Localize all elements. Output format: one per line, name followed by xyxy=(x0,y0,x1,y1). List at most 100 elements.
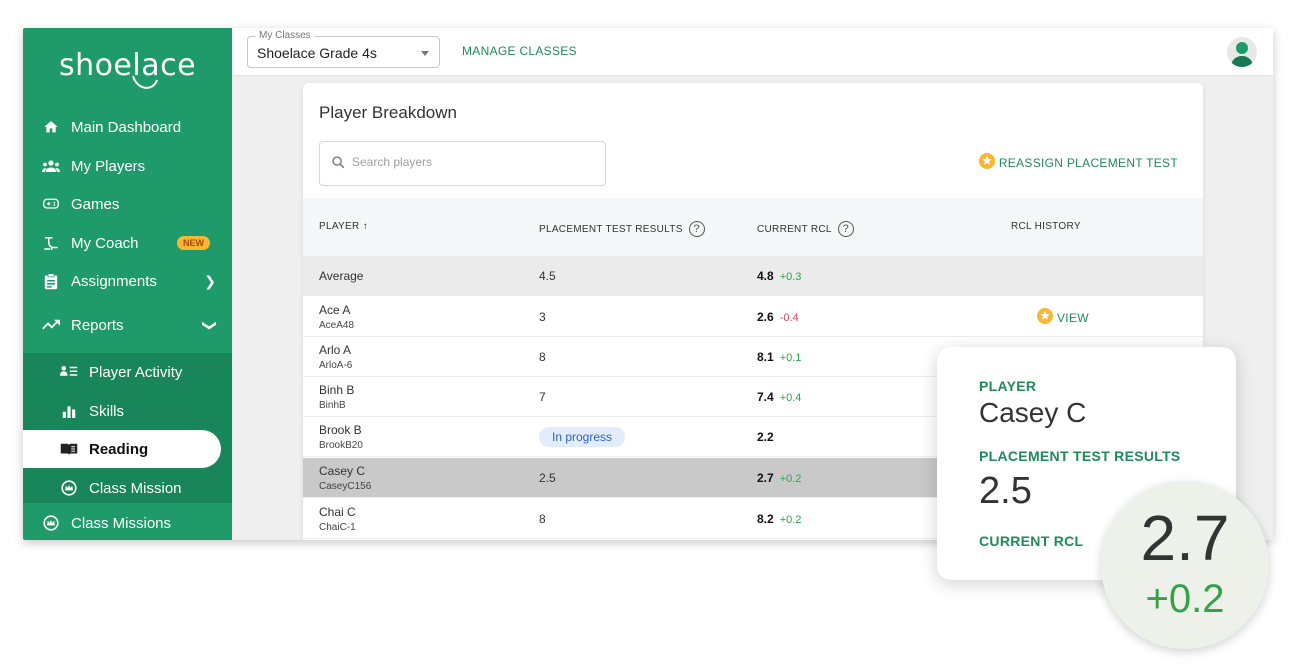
manage-classes-button[interactable]: MANAGE CLASSES xyxy=(462,44,577,58)
column-header-label: RCL HISTORY xyxy=(1011,221,1081,232)
group-icon xyxy=(41,159,61,173)
rcl-cell: 2.6 -0.4 xyxy=(757,310,799,324)
average-rcl: 4.8 +0.3 xyxy=(757,269,801,283)
rcl-delta: +0.4 xyxy=(779,392,802,404)
class-select[interactable]: My Classes Shoelace Grade 4s xyxy=(247,30,440,68)
sidebar-item-label: My Coach xyxy=(71,234,139,252)
chevron-down-icon: ❯ xyxy=(202,319,219,331)
reassign-label: REASSIGN PLACEMENT TEST xyxy=(998,155,1178,170)
player-id: BinhB xyxy=(319,400,346,411)
sidebar-item-label: My Players xyxy=(71,157,146,175)
sidebar-item-class-mission[interactable]: Class Mission xyxy=(23,469,232,507)
sidebar-item-label: Class Missions xyxy=(71,514,172,532)
sidebar: shoelace Main Dashboard My Players Games… xyxy=(23,28,232,540)
placement-value: 2.5 xyxy=(539,471,556,485)
help-icon[interactable]: ? xyxy=(837,221,854,237)
table-row[interactable]: Ace A AceA48 3 2.6 -0.4 VIEW xyxy=(303,297,1203,337)
sidebar-item-label: Skills xyxy=(89,402,125,420)
rcl-cell: 8.1 +0.1 xyxy=(757,350,801,364)
sidebar-item-label: Reading xyxy=(89,440,149,458)
sidebar-item-games[interactable]: Games xyxy=(23,185,232,223)
rcl-cell: 8.2 +0.2 xyxy=(757,512,801,526)
sidebar-item-label: Player Activity xyxy=(89,363,183,381)
star-icon xyxy=(978,153,995,172)
sidebar-item-label: Assignments xyxy=(71,272,157,290)
search-input[interactable] xyxy=(352,155,592,169)
player-id: ArloA-6 xyxy=(319,360,353,371)
popup-player-name: Casey C xyxy=(979,397,1087,428)
rcl-delta: +0.3 xyxy=(779,271,802,283)
placement-value: 8 xyxy=(539,350,546,364)
table-header: PLAYER ↑ PLACEMENT TEST RESULTS? CURRENT… xyxy=(303,198,1203,256)
average-label: Average xyxy=(319,269,364,283)
average-placement: 4.5 xyxy=(539,269,556,283)
rcl-delta: +0.2 xyxy=(779,514,802,526)
card-title: Player Breakdown xyxy=(319,103,457,122)
player-name: Brook B xyxy=(319,423,362,437)
sidebar-item-reports[interactable]: Reports ❯ xyxy=(23,306,232,344)
star-icon xyxy=(1037,308,1053,327)
sidebar-item-player-activity[interactable]: Player Activity xyxy=(23,353,232,391)
bar-chart-icon xyxy=(59,404,79,418)
rcl-delta: -0.4 xyxy=(779,312,799,324)
reassign-placement-test-button[interactable]: REASSIGN PLACEMENT TEST xyxy=(978,153,1178,172)
sidebar-item-reading[interactable]: Reading xyxy=(23,430,221,468)
list-person-icon xyxy=(59,365,79,379)
player-id: ChaiC-1 xyxy=(319,522,356,533)
column-header-label: PLACEMENT TEST RESULTS xyxy=(539,223,683,235)
player-id: AceA48 xyxy=(319,320,355,331)
popup-player-label: PLAYER xyxy=(979,378,1037,394)
sidebar-item-class-missions[interactable]: Class Missions xyxy=(23,504,232,540)
sidebar-item-label: Class Mission xyxy=(89,479,182,497)
search-icon xyxy=(332,156,345,174)
popup-rcl-label: CURRENT RCL xyxy=(979,533,1084,549)
sidebar-item-main-dashboard[interactable]: Main Dashboard xyxy=(23,108,232,146)
logo-loop-icon xyxy=(132,75,158,89)
placement-value: 8 xyxy=(539,512,546,526)
player-id: CaseyC156 xyxy=(319,481,372,492)
column-header-label: CURRENT RCL xyxy=(757,223,832,235)
player-name: Chai C xyxy=(319,505,356,519)
rcl-value: 2.2 xyxy=(757,430,774,444)
average-row: Average 4.5 4.8 +0.3 xyxy=(303,256,1203,296)
search-field[interactable] xyxy=(319,141,606,186)
rcl-cell: 2.2 xyxy=(757,430,774,444)
rcl-value: 2.7 xyxy=(757,471,774,485)
popup-placement-value: 2.5 xyxy=(979,470,1032,512)
bubble-rcl-delta: +0.2 xyxy=(1145,577,1225,621)
rcl-cell: 2.7 +0.2 xyxy=(757,471,801,485)
view-history-button[interactable]: VIEW xyxy=(1037,308,1089,327)
rcl-cell: 7.4 +0.4 xyxy=(757,390,801,404)
clipboard-icon xyxy=(41,272,61,290)
coach-icon xyxy=(41,235,61,251)
crown-icon xyxy=(59,480,79,496)
sidebar-item-label: Reports xyxy=(71,316,124,334)
class-select-label: My Classes xyxy=(256,30,314,41)
rcl-delta: +0.2 xyxy=(779,473,802,485)
help-icon[interactable]: ? xyxy=(688,221,705,237)
new-badge: NEW xyxy=(177,236,210,250)
avatar[interactable] xyxy=(1227,37,1257,67)
column-header-label: PLAYER ↑ xyxy=(319,221,368,232)
caret-down-icon xyxy=(421,51,429,56)
view-label: VIEW xyxy=(1057,310,1089,325)
class-select-value: Shoelace Grade 4s xyxy=(257,45,377,61)
column-header-player[interactable]: PLAYER ↑ xyxy=(319,221,368,232)
reports-submenu: Player Activity Skills Reading Class Mis… xyxy=(23,353,232,503)
placement-value: 3 xyxy=(539,310,546,324)
gamepad-icon xyxy=(41,197,61,211)
top-bar: My Classes Shoelace Grade 4s MANAGE CLAS… xyxy=(232,28,1273,76)
rcl-value: 8.1 xyxy=(757,350,774,364)
trending-icon xyxy=(41,319,61,331)
sidebar-item-my-players[interactable]: My Players xyxy=(23,147,232,185)
rcl-value: 7.4 xyxy=(757,390,774,404)
sidebar-item-assignments[interactable]: Assignments ❯ xyxy=(23,262,232,300)
bubble-rcl-value: 2.7 xyxy=(1140,502,1230,574)
rcl-delta: +0.1 xyxy=(779,352,802,364)
popup-placement-label: PLACEMENT TEST RESULTS xyxy=(979,448,1181,464)
column-header-placement: PLACEMENT TEST RESULTS? xyxy=(539,221,705,237)
sidebar-item-my-coach[interactable]: My Coach NEW xyxy=(23,224,232,262)
sidebar-item-skills[interactable]: Skills xyxy=(23,392,232,430)
sidebar-item-label: Main Dashboard xyxy=(71,118,182,136)
placement-value: 7 xyxy=(539,390,546,404)
